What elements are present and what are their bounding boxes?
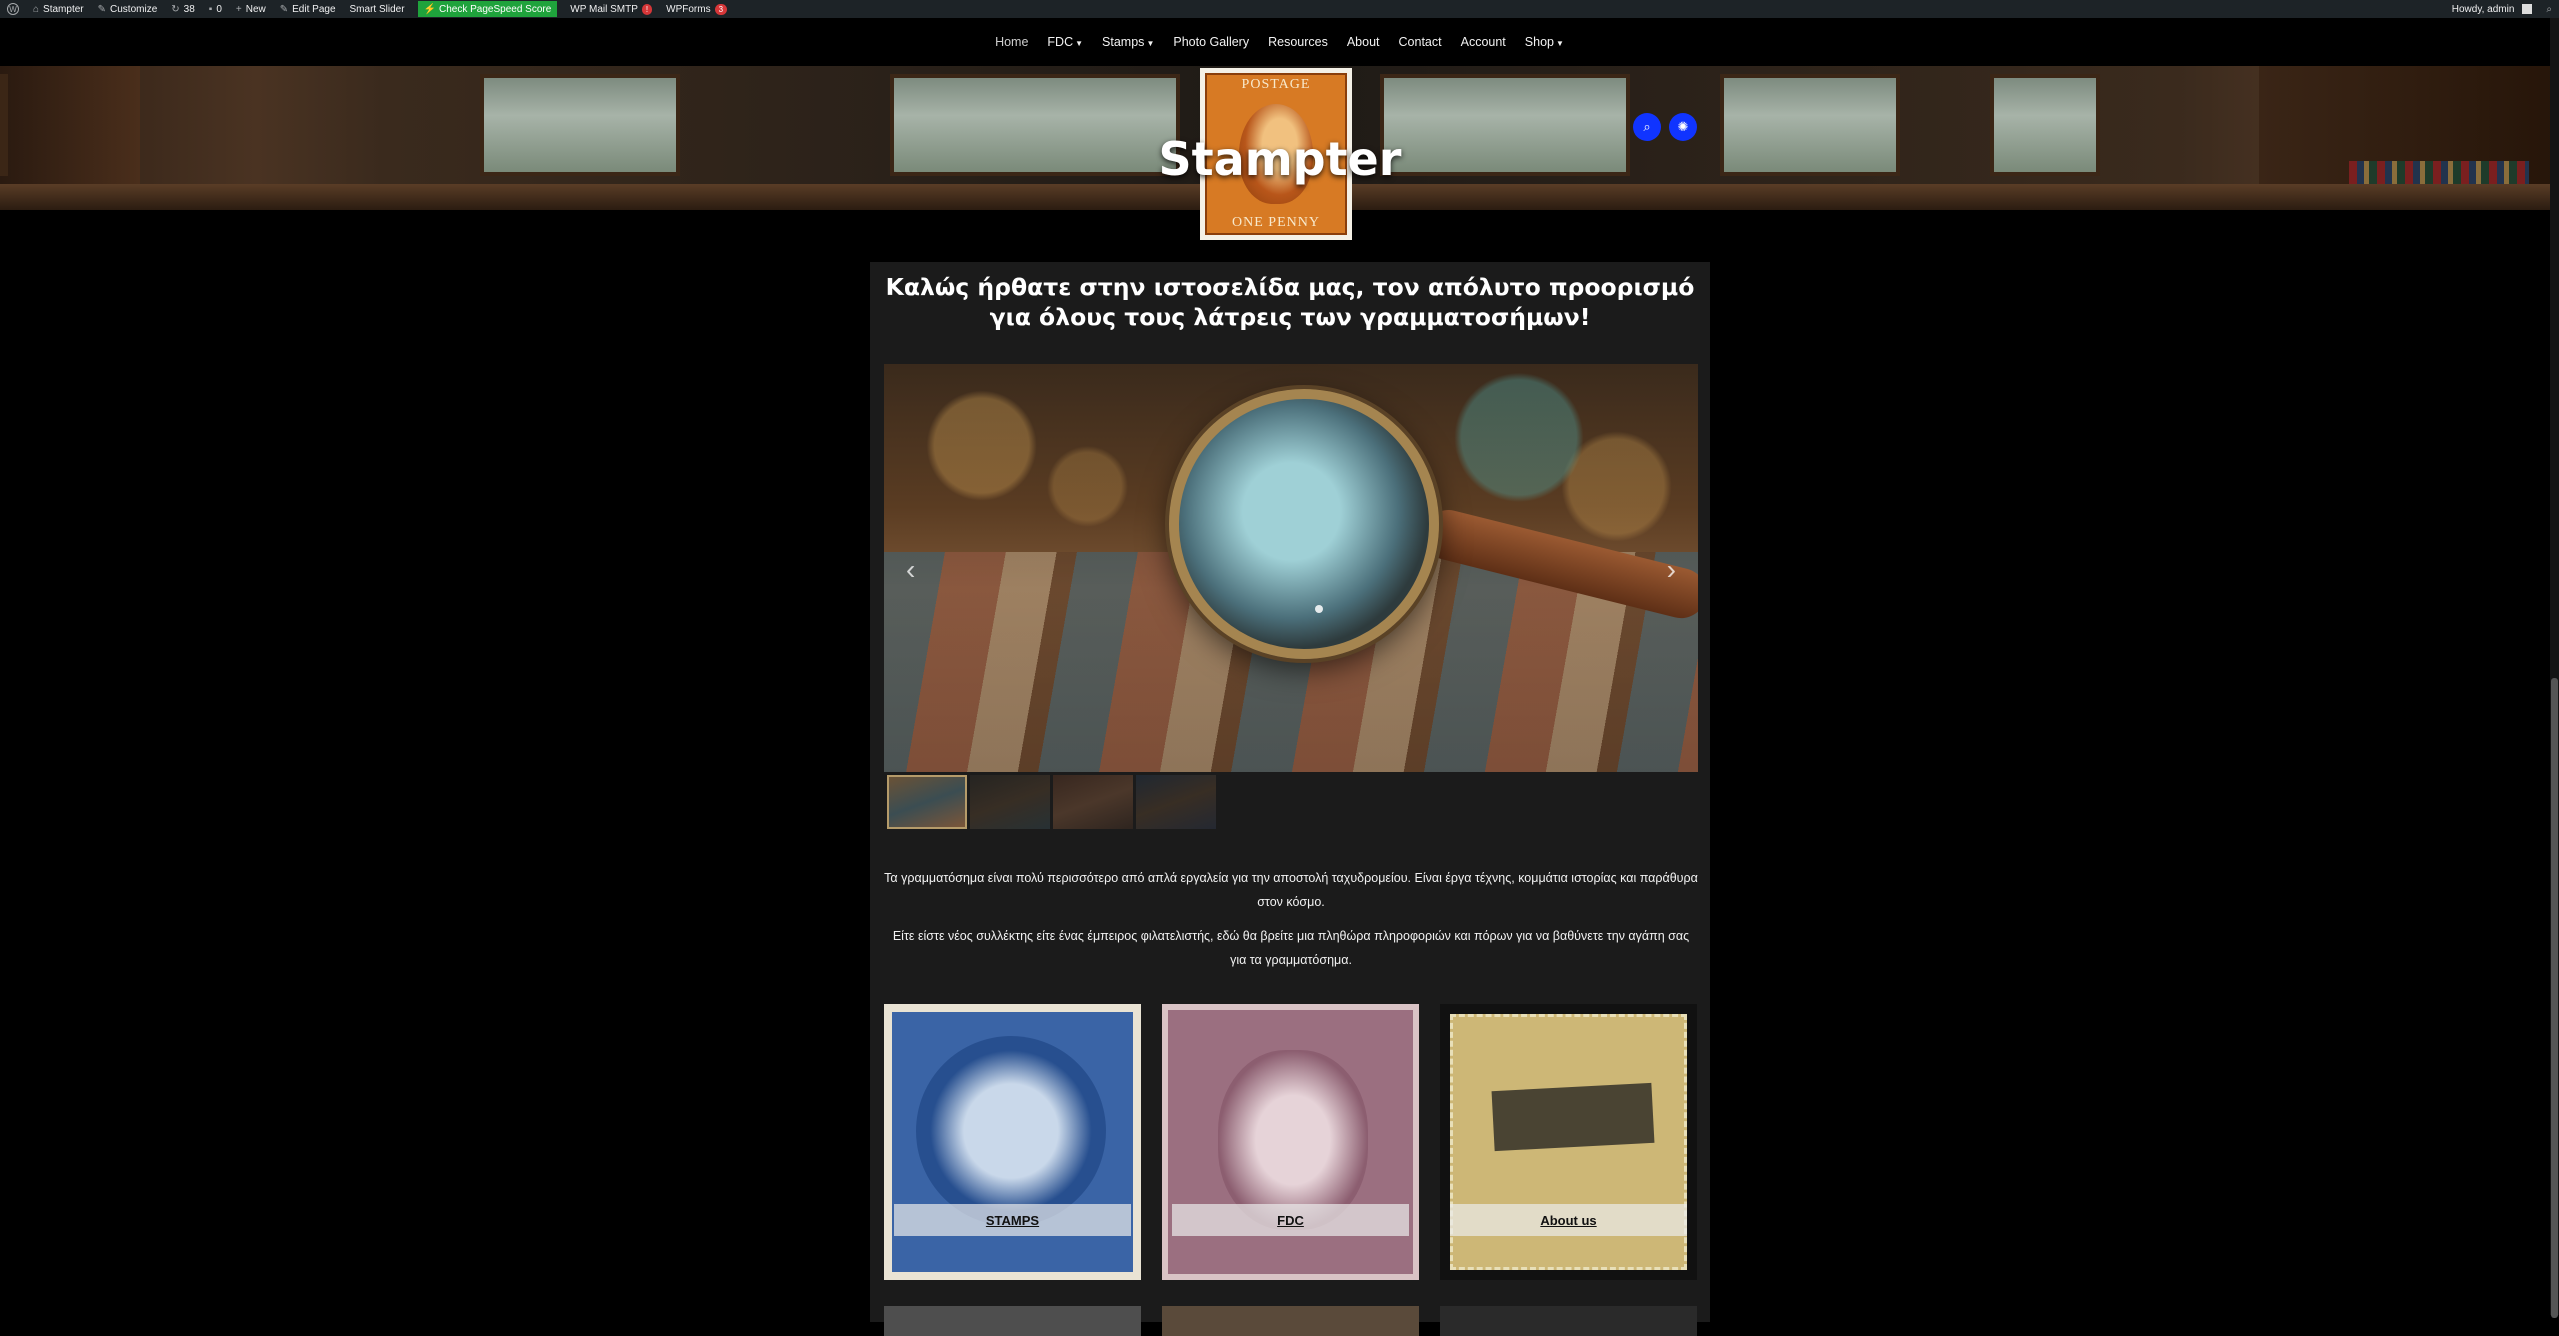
caret-down-icon: ▼: [1146, 39, 1155, 48]
caret-down-icon: ▼: [1075, 39, 1084, 48]
card-label: STAMPS: [894, 1204, 1131, 1236]
notification-badge: 3: [714, 3, 728, 15]
slider-thumbnails: [887, 775, 1216, 829]
nav-shop[interactable]: Shop ▼: [1515, 35, 1573, 49]
wordpress-logo-button[interactable]: W: [0, 0, 26, 18]
lightning-icon: ⚡: [423, 3, 436, 15]
plus-icon: +: [235, 3, 242, 15]
stamps-card[interactable]: STAMPS: [884, 1004, 1141, 1280]
main-content: Καλώς ήρθατε στην ιστοσελίδα μας, τον απ…: [870, 262, 1710, 1336]
wp-mail-smtp-link[interactable]: WP Mail SMTP!: [563, 0, 659, 18]
nav-photo-gallery[interactable]: Photo Gallery: [1164, 35, 1259, 49]
header-window: [1720, 74, 1900, 176]
slider-thumbnail[interactable]: [1136, 775, 1216, 829]
sun-icon: ✺: [1677, 119, 1689, 134]
comments-link[interactable]: ▪ 0: [202, 0, 229, 18]
header-window: [480, 74, 680, 176]
header-window: [1990, 74, 2100, 176]
edit-page-link[interactable]: ✎ Edit Page: [273, 0, 343, 18]
scrollbar-thumb[interactable]: [2551, 678, 2558, 1318]
slider-dot[interactable]: [1315, 605, 1323, 613]
next-row-card[interactable]: [884, 1306, 1141, 1336]
nav-resources[interactable]: Resources: [1259, 35, 1338, 49]
site-title[interactable]: Stampter: [1060, 132, 1500, 186]
updates-link[interactable]: ↻ 38: [164, 0, 202, 18]
magnifying-glass-image: [1169, 389, 1439, 659]
account-menu[interactable]: Howdy, admin: [2445, 0, 2540, 18]
about-card[interactable]: About us: [1440, 1004, 1697, 1280]
image-slider[interactable]: ‹ ›: [884, 364, 1698, 772]
site-name-link[interactable]: ⌂ Stampter: [26, 0, 91, 18]
nav-fdc[interactable]: FDC ▼: [1038, 35, 1093, 49]
main-navigation: Home FDC ▼ Stamps ▼ Photo Gallery Resource…: [0, 18, 2559, 66]
pagespeed-button[interactable]: ⚡ Check PageSpeed Score: [417, 1, 558, 17]
smart-slider-link[interactable]: Smart Slider: [343, 0, 412, 18]
admin-bar: W ⌂ Stampter ✎ Customize ↻ 38 ▪ 0 + New ✎ Edit…: [0, 0, 2559, 18]
logo-bottom-text: ONE PENNY: [1232, 215, 1320, 230]
pencil-icon: ✎: [279, 3, 289, 15]
nav-account[interactable]: Account: [1451, 35, 1515, 49]
comment-icon: ▪: [208, 3, 213, 15]
page-scrollbar[interactable]: [2550, 18, 2559, 1318]
wordpress-icon: W: [7, 3, 19, 15]
nav-stamps[interactable]: Stamps ▼: [1093, 35, 1164, 49]
nav-home[interactable]: Home: [986, 35, 1038, 49]
slider-next-arrow[interactable]: ›: [1667, 554, 1676, 586]
notification-badge: !: [641, 3, 653, 15]
fdc-card[interactable]: FDC: [1162, 1004, 1419, 1280]
slider-thumbnail[interactable]: [887, 775, 967, 829]
search-icon: ⌕: [2546, 3, 2552, 15]
search-icon: ⌕: [1643, 119, 1651, 134]
logo-top-text: POSTAGE: [1241, 77, 1311, 92]
nav-contact[interactable]: Contact: [1389, 35, 1451, 49]
avatar: [2522, 4, 2533, 14]
slider-prev-arrow[interactable]: ‹: [906, 554, 915, 586]
next-row-card[interactable]: [1440, 1306, 1697, 1336]
nav-about[interactable]: About: [1337, 35, 1389, 49]
card-label: About us: [1450, 1204, 1687, 1236]
card-label: FDC: [1172, 1204, 1409, 1236]
caret-down-icon: ▼: [1555, 39, 1564, 48]
next-row-card[interactable]: [1162, 1306, 1419, 1336]
intro-paragraph: Τα γραμματόσημα είναι πολύ περισσότερο α…: [884, 871, 1698, 909]
updates-icon: ↻: [171, 3, 180, 15]
brush-icon: ✎: [97, 3, 107, 15]
dark-mode-toggle[interactable]: ✺: [1669, 113, 1697, 141]
slider-thumbnail[interactable]: [1053, 775, 1133, 829]
search-button[interactable]: ⌕: [1633, 113, 1661, 141]
header-window: [0, 74, 8, 176]
new-content-link[interactable]: + New: [229, 0, 273, 18]
wpforms-link[interactable]: WPForms 3: [659, 0, 734, 18]
intro-paragraph: Είτε είστε νέος συλλέκτης είτε ένας έμπε…: [892, 929, 1690, 967]
slider-thumbnail[interactable]: [970, 775, 1050, 829]
welcome-heading: Καλώς ήρθατε στην ιστοσελίδα μας, τον απ…: [885, 273, 1695, 331]
admin-search-button[interactable]: ⌕: [2539, 0, 2559, 18]
home-icon: ⌂: [33, 3, 40, 15]
customize-link[interactable]: ✎ Customize: [91, 0, 165, 18]
